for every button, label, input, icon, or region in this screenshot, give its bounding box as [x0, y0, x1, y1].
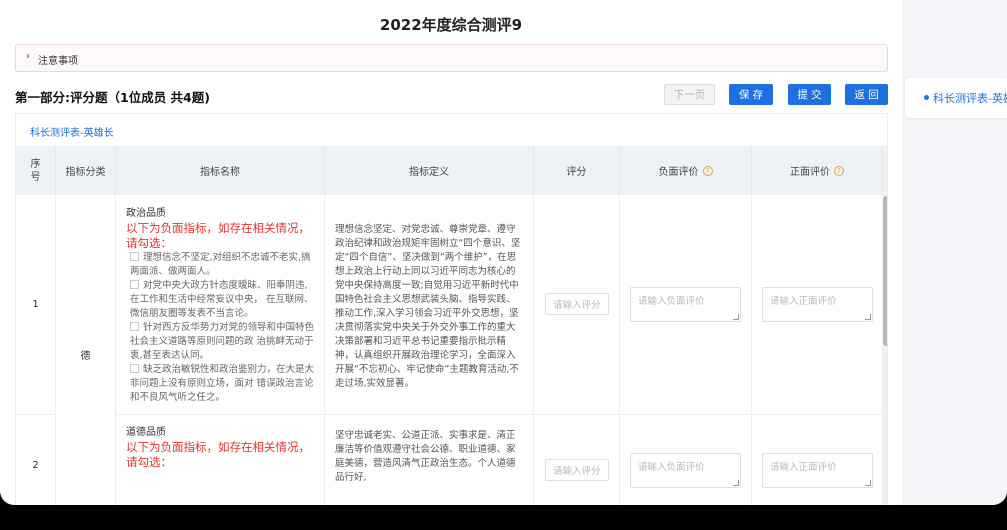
category-cell: 德 — [56, 195, 116, 505]
row-index: 1 — [16, 195, 56, 415]
chevron-right-icon: › — [26, 51, 30, 62]
negative-item[interactable]: 缺乏政治敏锐性和政治鉴别力，在大是大非问题上没有原则立场，面对 错误政治言论和不… — [126, 363, 316, 405]
negative-item[interactable]: 对党中央大政方针态度暧昧、阳奉阴违,在工作和生活中经常妄议中央， 在互联网、微信… — [126, 279, 316, 321]
checkbox[interactable] — [130, 364, 139, 373]
negative-item[interactable]: 理想信念不坚定,对组织不忠诚不老实,搞两面派、做两面人。 — [126, 251, 316, 279]
row-index: 2 — [16, 415, 56, 505]
screen: 2022年度综合测评9 › 注意事项 第一部分:评分题（1位成员 共4题) 下一… — [0, 0, 1007, 505]
negative-cell: 请输入负面评价 — [620, 195, 752, 415]
evaluation-table-card: 科长测评表-英雄长 序号 指标分类 指标名称 指标定义 评分 负面评价? 正面评… — [15, 113, 888, 505]
header-index: 序号 — [16, 146, 56, 195]
table-scrollbar[interactable] — [883, 146, 887, 505]
header-name: 指标名称 — [116, 146, 325, 195]
bullet-icon — [924, 95, 929, 100]
score-cell: 请输入评分 — [534, 195, 620, 415]
header-definition: 指标定义 — [325, 146, 534, 195]
negative-textarea[interactable]: 请输入负面评价 — [630, 287, 741, 322]
indicator-name-cell: 道德品质 以下为负面指标，如存在相关情况，请勾选： — [116, 415, 325, 505]
positive-textarea[interactable]: 请输入正面评价 — [762, 287, 873, 322]
negative-item[interactable]: 针对西方反华势力对党的领导和中国特色社会主义道路等原则问题的政 治挑衅无动于衷,… — [126, 321, 316, 363]
indicator-definition-cell: 坚守忠诚老实、公道正派、实事求是、清正廉洁等价值观遵守社会公德、职业道德、家庭美… — [325, 415, 534, 505]
negative-cell: 请输入负面评价 — [620, 415, 752, 505]
scrollbar-thumb[interactable] — [883, 196, 887, 346]
table-tab[interactable]: 科长测评表-英雄长 — [30, 124, 114, 139]
negative-warning: 以下为负面指标，如存在相关情况，请勾选： — [126, 440, 310, 469]
score-input[interactable]: 请输入评分 — [545, 293, 609, 315]
indicator-definition: 理想信念坚定、对党忠诚、尊崇党章、遵守政治纪律和政治规矩牢固树立“四个意识、坚定… — [335, 224, 521, 389]
notice-label: 注意事项 — [38, 56, 78, 67]
submit-button[interactable]: 提 交 — [788, 84, 831, 105]
indicator-definition: 坚守忠诚老实、公道正派、实事求是、清正廉洁等价值观遵守社会公德、职业道德、家庭美… — [335, 430, 516, 483]
positive-cell: 请输入正面评价 — [752, 195, 883, 415]
checkbox[interactable] — [130, 252, 139, 261]
negative-textarea[interactable]: 请输入负面评价 — [630, 453, 741, 488]
header-positive: 正面评价? — [752, 146, 883, 195]
next-page-button[interactable]: 下一页 — [664, 84, 715, 105]
indicator-title: 道德品质 — [126, 427, 166, 438]
notice-collapse[interactable]: › 注意事项 — [15, 44, 888, 72]
score-cell: 请输入评分 — [534, 415, 620, 505]
page-title: 2022年度综合测评9 — [379, 16, 523, 34]
section-title: 第一部分:评分题（1位成员 共4题) — [15, 90, 210, 105]
side-panel — [902, 0, 1007, 505]
indicator-title: 政治品质 — [126, 208, 166, 219]
indicator-name-cell: 政治品质 以下为负面指标，如存在相关情况，请勾选： 理想信念不坚定,对组织不忠诚… — [116, 195, 325, 415]
side-panel-item-label: 科长测评表-英雄长 — [933, 92, 1007, 105]
back-button[interactable]: 返 回 — [845, 84, 888, 105]
indicator-definition-cell: 理想信念坚定、对党忠诚、尊崇党章、遵守政治纪律和政治规矩牢固树立“四个意识、坚定… — [325, 195, 534, 415]
question-circle-icon[interactable]: ? — [834, 165, 844, 176]
checkbox[interactable] — [130, 322, 139, 331]
checkbox[interactable] — [130, 280, 139, 289]
header-category: 指标分类 — [56, 146, 116, 195]
positive-textarea[interactable]: 请输入正面评价 — [762, 453, 873, 488]
side-panel-item[interactable]: 科长测评表-英雄长 — [905, 78, 1007, 118]
header-negative: 负面评价? — [620, 146, 752, 195]
negative-warning: 以下为负面指标，如存在相关情况，请勾选： — [126, 221, 310, 250]
header-score: 评分 — [534, 146, 620, 195]
device-frame: 2022年度综合测评9 › 注意事项 第一部分:评分题（1位成员 共4题) 下一… — [0, 0, 1007, 530]
save-button[interactable]: 保 存 — [729, 84, 773, 105]
question-circle-icon[interactable]: ? — [702, 165, 713, 176]
score-input[interactable]: 请输入评分 — [545, 459, 609, 481]
positive-cell: 请输入正面评价 — [752, 415, 883, 505]
